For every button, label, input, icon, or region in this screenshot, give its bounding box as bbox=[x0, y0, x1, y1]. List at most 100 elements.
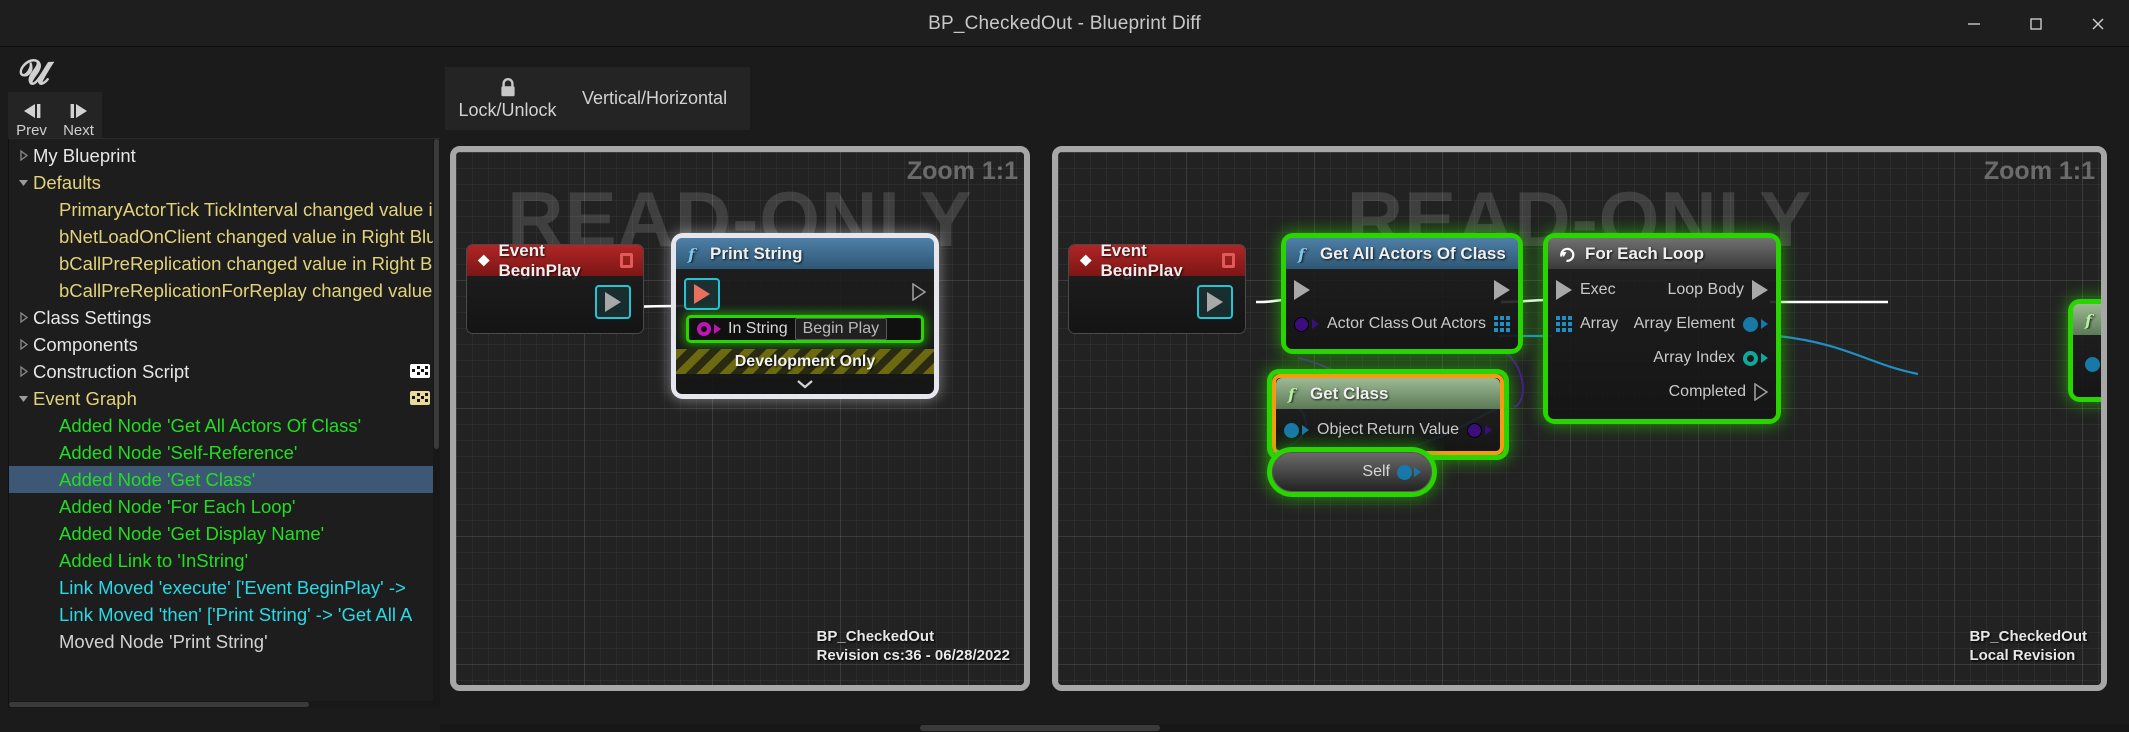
tree-item[interactable]: bCallPreReplication changed value in Rig… bbox=[9, 250, 440, 277]
tree-item[interactable]: Event Graph bbox=[9, 385, 440, 412]
node-expander-button[interactable] bbox=[676, 374, 934, 394]
out-pin-then[interactable] bbox=[1197, 285, 1233, 319]
in-pin-exec[interactable] bbox=[1294, 280, 1310, 300]
node-body bbox=[2073, 335, 2101, 397]
node-body bbox=[1069, 276, 1245, 333]
tree-item[interactable]: bCallPreReplicationForReplay changed val… bbox=[9, 277, 440, 304]
node-title: Get All Actors Of Class bbox=[1320, 243, 1506, 263]
tree-item[interactable]: Added Node 'For Each Loop' bbox=[9, 493, 440, 520]
node-header: f Print String bbox=[676, 238, 934, 269]
in-pin-object[interactable]: Object bbox=[1284, 421, 1363, 439]
in-string-value-field[interactable]: Begin Play bbox=[794, 318, 888, 340]
event-diamond-icon bbox=[1079, 254, 1092, 267]
chevron-down-icon bbox=[797, 380, 813, 389]
lock-icon bbox=[500, 77, 515, 96]
in-pin-array[interactable]: Array bbox=[1556, 315, 1618, 333]
lock-unlock-button[interactable]: Lock/Unlock bbox=[445, 67, 570, 130]
minimize-button[interactable] bbox=[1943, 0, 2005, 47]
tree-item[interactable]: Added Node 'Get Class' bbox=[9, 466, 440, 493]
out-pin-label: Array Index bbox=[1653, 349, 1735, 366]
left-graph-panel[interactable]: READ-ONLY Zoom 1:1 Event BeginPlay bbox=[450, 146, 1030, 691]
sidebar-vertical-scrollbar[interactable] bbox=[433, 139, 440, 708]
sidebar-horizontal-scrollbar[interactable] bbox=[9, 701, 440, 708]
left-revision-label: Revision cs:36 - 06/28/2022 bbox=[816, 647, 1010, 664]
out-pin-array-index[interactable]: Array Index bbox=[1653, 349, 1768, 367]
unreal-engine-logo-icon: 𝓤 bbox=[18, 53, 50, 93]
out-pin-out-actors[interactable]: Out Actors bbox=[1411, 315, 1510, 333]
left-graph-background bbox=[456, 152, 1024, 685]
title-bar: BP_CheckedOut - Blueprint Diff bbox=[0, 0, 2129, 47]
window-horizontal-scrollbar[interactable] bbox=[440, 724, 2129, 732]
in-pin-label: Exec bbox=[1580, 281, 1616, 298]
maximize-button[interactable] bbox=[2005, 0, 2067, 47]
node-get-class[interactable]: f Get Class Object Return Value bbox=[1272, 374, 1504, 455]
out-pin-loop-body[interactable]: Loop Body bbox=[1667, 280, 1768, 300]
right-graph-panel[interactable]: READ-ONLY Zoom 1:1 Eve bbox=[1052, 146, 2107, 691]
tree-item-label: Event Graph bbox=[33, 387, 137, 409]
out-pin-then[interactable] bbox=[1494, 280, 1510, 300]
lock-unlock-label: Lock/Unlock bbox=[458, 99, 557, 120]
chevron-right-icon[interactable] bbox=[13, 338, 33, 351]
tree-item-label: Class Settings bbox=[33, 306, 152, 328]
chevron-right-icon[interactable] bbox=[13, 311, 33, 324]
close-button[interactable] bbox=[2067, 0, 2129, 47]
node-header: f G bbox=[2073, 304, 2101, 335]
in-pin-object[interactable] bbox=[2085, 357, 2100, 372]
node-print-string-left[interactable]: f Print String In String Begin Play Deve… bbox=[676, 238, 934, 394]
node-get-all-actors-of-class[interactable]: f Get All Actors Of Class Actor Class Ou… bbox=[1286, 238, 1518, 349]
tree-item[interactable]: Class Settings bbox=[9, 304, 440, 331]
node-for-each-loop[interactable]: For Each Loop Exec Loop Body Array Array… bbox=[1548, 238, 1776, 419]
tree-item[interactable]: Added Node 'Get All Actors Of Class' bbox=[9, 412, 440, 439]
out-pin-self[interactable] bbox=[1397, 464, 1412, 480]
chevron-down-icon[interactable] bbox=[13, 392, 33, 405]
node-event-begin-play-right[interactable]: Event BeginPlay bbox=[1068, 241, 1246, 334]
chevron-down-icon[interactable] bbox=[13, 176, 33, 189]
delegate-square-icon bbox=[1221, 253, 1235, 268]
tree-item[interactable]: PrimaryActorTick TickInterval changed va… bbox=[9, 196, 440, 223]
tree-item[interactable]: Components bbox=[9, 331, 440, 358]
left-asset-name: BP_CheckedOut bbox=[816, 628, 935, 645]
node-self-reference[interactable]: Self bbox=[1272, 452, 1432, 492]
out-pin-return-value[interactable]: Return Value bbox=[1367, 421, 1492, 439]
tree-item[interactable]: bNetLoadOnClient changed value in Right … bbox=[9, 223, 440, 250]
tree-item-label: bNetLoadOnClient changed value in Right … bbox=[59, 225, 440, 247]
svg-text:f: f bbox=[2084, 311, 2095, 329]
tree-item-label: Added Node 'Get Display Name' bbox=[59, 522, 325, 544]
node-body: Exec Loop Body Array Array Element Array… bbox=[1548, 269, 1776, 419]
diff-results-tree[interactable]: My Blueprint Defaults PrimaryActorTick Tic… bbox=[8, 138, 440, 708]
tree-item[interactable]: Added Node 'Get Display Name' bbox=[9, 520, 440, 547]
node-get-display-name[interactable]: f G bbox=[2073, 304, 2101, 397]
function-f-icon: f bbox=[1287, 385, 1298, 403]
tree-item[interactable]: Link Moved 'execute' ['Event BeginPlay' … bbox=[9, 574, 440, 601]
tree-item[interactable]: Added Node 'Self-Reference' bbox=[9, 439, 440, 466]
tree-item[interactable]: Defaults bbox=[9, 169, 440, 196]
out-pin-self-label: Self bbox=[1362, 463, 1390, 480]
out-pin-label: Completed bbox=[1668, 383, 1746, 400]
tree-item[interactable]: My Blueprint bbox=[9, 142, 440, 169]
graph-icon-yellow bbox=[410, 391, 430, 405]
right-revision-label: Local Revision bbox=[1969, 647, 2076, 664]
chevron-right-icon[interactable] bbox=[13, 365, 33, 378]
out-pin-label: Return Value bbox=[1366, 421, 1459, 438]
out-pin-array-element[interactable]: Array Element bbox=[1634, 315, 1768, 333]
in-pin-exec[interactable]: Exec bbox=[1556, 280, 1616, 300]
tree-item-label: Added Node 'Get Class' bbox=[59, 468, 256, 490]
node-event-begin-play-left[interactable]: Event BeginPlay bbox=[466, 241, 644, 334]
loop-icon bbox=[1560, 247, 1575, 262]
out-pin-then[interactable] bbox=[912, 282, 927, 306]
node-header: f Get All Actors Of Class bbox=[1286, 238, 1518, 269]
tree-item[interactable]: Link Moved 'then' ['Print String' -> 'Ge… bbox=[9, 601, 440, 628]
vertical-horizontal-button[interactable]: Vertical/Horizontal bbox=[570, 67, 739, 130]
in-string-pin-row[interactable]: In String Begin Play bbox=[686, 315, 924, 343]
pin-row-object: Object Return Value bbox=[1276, 413, 1500, 447]
tree-item[interactable]: Construction Script bbox=[9, 358, 440, 385]
chevron-right-icon[interactable] bbox=[13, 149, 33, 162]
tree-item[interactable]: Added Link to 'InString' bbox=[9, 547, 440, 574]
in-pin-exec[interactable] bbox=[684, 278, 720, 310]
out-pin-label: Array Element bbox=[1633, 315, 1735, 332]
out-pin-then[interactable] bbox=[595, 285, 631, 319]
out-pin-completed[interactable]: Completed bbox=[1669, 383, 1768, 401]
tree-item[interactable]: Moved Node 'Print String' bbox=[9, 628, 440, 655]
in-pin-actor-class[interactable]: Actor Class bbox=[1294, 315, 1409, 333]
tree-list: My Blueprint Defaults PrimaryActorTick Tic… bbox=[9, 139, 440, 655]
